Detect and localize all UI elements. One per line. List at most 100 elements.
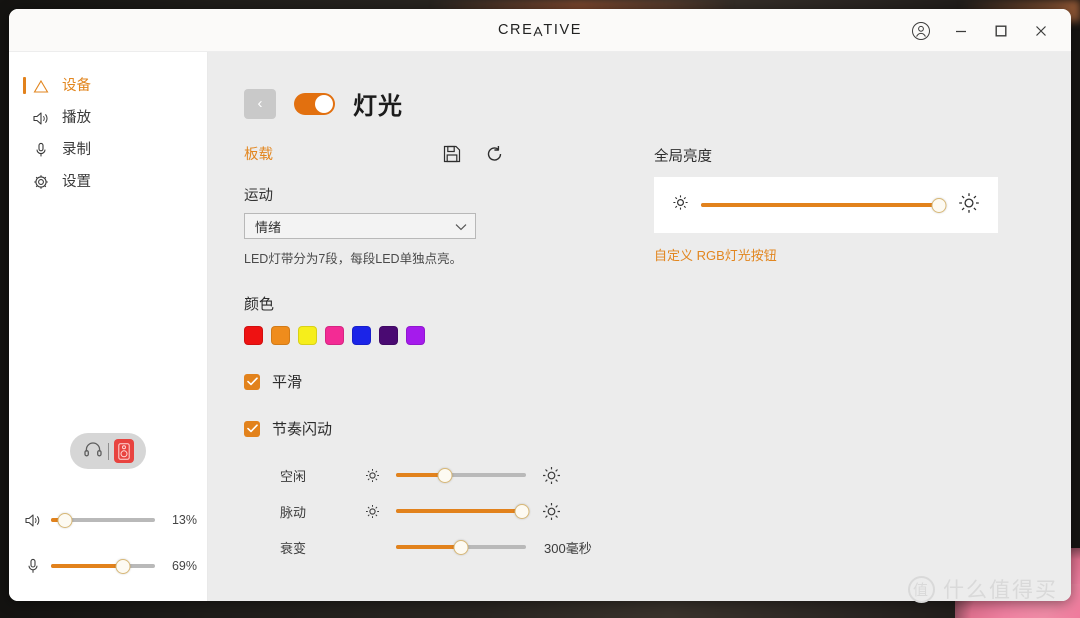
- decay-label: 衰变: [280, 540, 307, 556]
- rhythm-label: 节奏闪动: [272, 421, 333, 438]
- decay-slider-thumb[interactable]: [453, 539, 469, 555]
- sidebar-label-playback: 播放: [62, 109, 91, 126]
- pulse-slider-row: 脉动: [244, 493, 604, 529]
- maximize-button[interactable]: [983, 14, 1019, 48]
- mic-slider-thumb[interactable]: [115, 558, 131, 574]
- page-header: ‹ 灯光: [208, 52, 1071, 121]
- color-swatch[interactable]: [244, 326, 263, 345]
- sidebar-label-recording: 录制: [62, 141, 91, 158]
- lighting-toggle[interactable]: [294, 92, 335, 115]
- volume-icon: [23, 513, 42, 528]
- volume-row: 13%: [9, 503, 207, 537]
- volume-slider-thumb[interactable]: [57, 512, 73, 528]
- motion-select-value: 情绪: [255, 219, 282, 235]
- mic-slider-fill: [51, 564, 124, 568]
- left-column: 板载 运动 情绪 LED灯带分为7段，每段LED单独点亮。 颜色 平滑 节奏闪动…: [244, 143, 604, 565]
- mic-row: 69%: [9, 549, 207, 583]
- idle-slider-thumb[interactable]: [437, 467, 453, 483]
- speaker-box-icon[interactable]: [113, 439, 134, 463]
- idle-slider-row: 空闲: [244, 457, 604, 493]
- lighting-toggle-knob: [315, 94, 333, 113]
- content-columns: 板载 运动 情绪 LED灯带分为7段，每段LED单独点亮。 颜色 平滑 节奏闪动…: [208, 121, 1071, 565]
- logo-part-3: TIV: [543, 22, 571, 38]
- motion-hint: LED灯带分为7段，每段LED单独点亮。: [244, 252, 463, 266]
- sidebar: 设备 播放 录制 设置 13% 69%: [9, 52, 208, 601]
- device-output-toggle[interactable]: [70, 433, 146, 469]
- microphone-icon: [31, 142, 51, 158]
- color-label: 颜色: [244, 296, 275, 313]
- color-swatch[interactable]: [325, 326, 344, 345]
- effect-sliders: 空闲 脉动 衰变 300毫秒: [244, 457, 604, 565]
- close-button[interactable]: [1023, 14, 1059, 48]
- global-brightness-label: 全局亮度: [654, 149, 712, 165]
- sidebar-item-recording[interactable]: 录制: [9, 134, 207, 166]
- idle-label: 空闲: [280, 468, 307, 484]
- smooth-label: 平滑: [272, 374, 303, 391]
- sun-large-icon: [536, 502, 566, 521]
- decay-slider-fill: [396, 545, 461, 549]
- sidebar-label-settings: 设置: [62, 173, 91, 190]
- pulse-slider[interactable]: [396, 503, 530, 519]
- sidebar-item-settings[interactable]: 设置: [9, 166, 207, 198]
- sun-small-icon: [358, 504, 386, 519]
- pulse-slider-thumb[interactable]: [514, 503, 530, 519]
- mic-slider[interactable]: [51, 558, 156, 574]
- color-swatches: [244, 326, 604, 345]
- volume-slider[interactable]: [51, 512, 156, 528]
- window-controls: [903, 9, 1059, 52]
- color-swatch[interactable]: [352, 326, 371, 345]
- global-brightness-panel: [654, 177, 998, 233]
- gear-icon: [31, 174, 51, 190]
- minimize-button[interactable]: [943, 14, 979, 48]
- back-button[interactable]: ‹: [244, 88, 276, 119]
- motion-select[interactable]: 情绪: [244, 213, 476, 239]
- reset-icon[interactable]: [485, 145, 505, 163]
- device-output-toggle-wrap: [9, 433, 207, 469]
- save-icon[interactable]: [443, 145, 461, 163]
- right-column: 全局亮度 自定义 RGB灯光按钮: [604, 143, 998, 565]
- pill-separator: [107, 442, 109, 460]
- color-swatch[interactable]: [271, 326, 290, 345]
- sun-large-icon: [958, 192, 980, 219]
- speaker-icon: [31, 111, 51, 126]
- sidebar-label-devices: 设备: [62, 77, 91, 94]
- decay-slider-row: 衰变 300毫秒: [244, 529, 604, 565]
- color-swatch[interactable]: [406, 326, 425, 345]
- title-bar: CRE TIV E: [9, 9, 1071, 52]
- global-brightness-slider[interactable]: [701, 197, 947, 213]
- rhythm-checkbox[interactable]: [244, 420, 260, 437]
- tab-onboard[interactable]: 板载: [244, 143, 273, 164]
- volume-value: 13%: [171, 513, 197, 527]
- device-triangle-icon: [31, 79, 51, 94]
- chevron-down-icon: [455, 219, 467, 234]
- global-brightness-thumb[interactable]: [931, 197, 947, 213]
- motion-label: 运动: [244, 188, 273, 204]
- decay-value: 300毫秒: [544, 540, 592, 556]
- logo-part-4: E: [570, 22, 583, 38]
- idle-slider[interactable]: [396, 467, 526, 483]
- color-swatch[interactable]: [298, 326, 317, 345]
- sidebar-item-devices[interactable]: 设备: [9, 70, 207, 102]
- smooth-row: 平滑: [244, 371, 604, 392]
- app-body: 设备 播放 录制 设置 13% 69% ‹ 灯光 板载 运动 情绪 LED灯带分…: [9, 52, 1071, 601]
- rhythm-row: 节奏闪动: [244, 418, 604, 439]
- active-marker: [23, 77, 26, 94]
- account-icon[interactable]: [903, 14, 939, 48]
- decay-slider[interactable]: [396, 539, 526, 555]
- page-title: 灯光: [353, 93, 403, 120]
- headphone-icon[interactable]: [83, 440, 103, 463]
- smooth-checkbox[interactable]: [244, 373, 260, 390]
- tab-actions: [443, 145, 505, 163]
- tabs-row: 板载: [244, 143, 604, 164]
- sun-small-icon: [358, 468, 386, 483]
- creative-app-window: CRE TIV E 设备 播放 录制 设置 13% 69% ‹ 灯光 板载 运动…: [9, 9, 1071, 601]
- color-swatch[interactable]: [379, 326, 398, 345]
- pulse-slider-fill: [396, 509, 523, 513]
- microphone-icon: [23, 558, 42, 575]
- custom-rgb-link[interactable]: 自定义 RGB灯光按钮: [654, 245, 998, 264]
- pulse-label: 脉动: [280, 504, 307, 520]
- logo-a-glyph: [533, 25, 543, 36]
- sidebar-item-playback[interactable]: 播放: [9, 102, 207, 134]
- sun-small-icon: [672, 194, 689, 216]
